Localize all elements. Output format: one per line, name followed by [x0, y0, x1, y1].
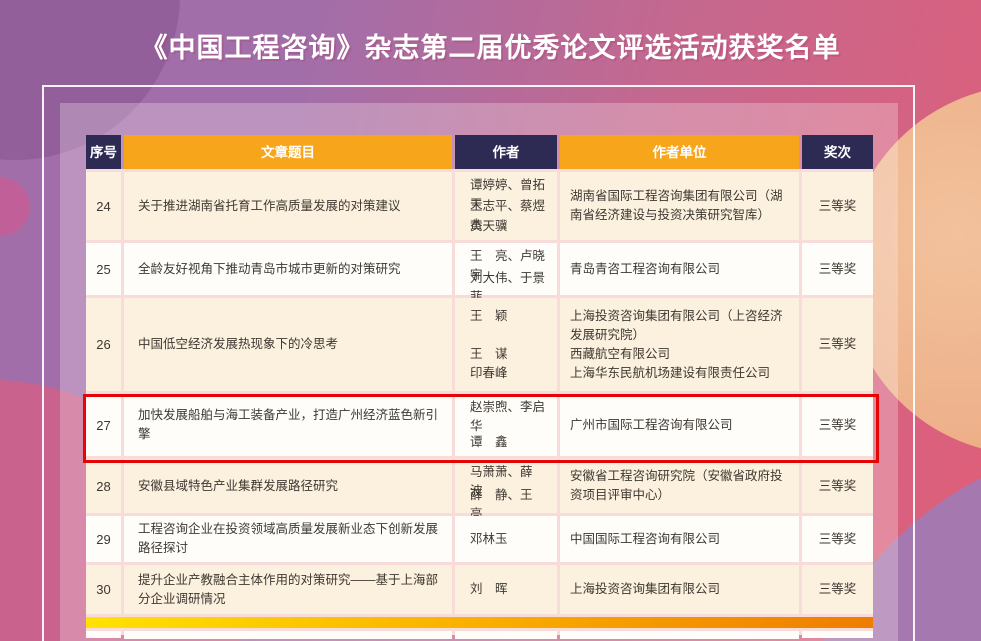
- row-index: 25: [86, 243, 121, 295]
- header-title: 文章题目: [124, 135, 452, 169]
- footer-gradient-bar: [86, 617, 873, 628]
- affiliation: 上海投资咨询集团有限公司: [560, 565, 799, 614]
- article-title: 安徽县域特色产业集群发展路径研究: [124, 459, 452, 513]
- article-title: 中国低空经济发展热现象下的冷思考: [124, 298, 452, 391]
- table-row: 25 全龄友好视角下推动青岛市城市更新的对策研究 王 亮、卢晓宇刘大伟、于景菲 …: [86, 243, 873, 295]
- page-title: 《中国工程咨询》杂志第二届优秀论文评选活动获奖名单: [0, 26, 981, 65]
- header-authors: 作者: [455, 135, 557, 169]
- table-row: 28 安徽县域特色产业集群发展路径研究 马萧萧、薛 波薛 静、王 亮 安徽省工程…: [86, 459, 873, 513]
- header-index: 序号: [86, 135, 121, 169]
- affiliation: 湖南省国际工程咨询集团有限公司（湖南省经济建设与投资决策研究智库）: [560, 172, 799, 240]
- award-table: 序号 文章题目 作者 作者单位 奖次 24 关于推进湖南省托育工作高质量发展的对…: [86, 135, 873, 638]
- table-row: 29 工程咨询企业在投资领域高质量发展新业态下创新发展路径探讨 邓林玉 中国国际…: [86, 516, 873, 562]
- table-row: 24 关于推进湖南省托育工作高质量发展的对策建议 谭婷婷、曾拓天王志平、蔡煜杰黄…: [86, 172, 873, 240]
- table-row: 26 中国低空经济发展热现象下的冷思考 王 颖王 谋印春峰 上海投资咨询集团有限…: [86, 298, 873, 391]
- table-header-row: 序号 文章题目 作者 作者单位 奖次: [86, 135, 873, 169]
- article-title: 工程咨询企业在投资领域高质量发展新业态下创新发展路径探讨: [124, 516, 452, 562]
- row-index: 24: [86, 172, 121, 240]
- authors: 刘 晖: [455, 565, 557, 614]
- award-level: 三等奖: [802, 298, 873, 391]
- authors: 邓林玉: [455, 516, 557, 562]
- affiliation: 中国国际工程咨询有限公司: [560, 516, 799, 562]
- affiliation: 上海投资咨询集团有限公司（上咨经济发展研究院）西藏航空有限公司上海华东民航机场建…: [560, 298, 799, 391]
- award-level: 三等奖: [802, 243, 873, 295]
- award-level: 三等奖: [802, 516, 873, 562]
- row-index: 26: [86, 298, 121, 391]
- affiliation: 青岛青咨工程咨询有限公司: [560, 243, 799, 295]
- authors: 王 亮、卢晓宇刘大伟、于景菲: [455, 243, 557, 295]
- award-level: 三等奖: [802, 565, 873, 614]
- accent-circle-decoration: [0, 178, 30, 236]
- table-row-partial: [86, 631, 873, 638]
- row-27-highlight-border: [83, 394, 879, 463]
- table-row: 30 提升企业产教融合主体作用的对策研究——基于上海部分企业调研情况 刘 晖 上…: [86, 565, 873, 614]
- header-award: 奖次: [802, 135, 873, 169]
- row-index: 30: [86, 565, 121, 614]
- award-level: 三等奖: [802, 459, 873, 513]
- article-title: 关于推进湖南省托育工作高质量发展的对策建议: [124, 172, 452, 240]
- article-title: 提升企业产教融合主体作用的对策研究——基于上海部分企业调研情况: [124, 565, 452, 614]
- article-title: 全龄友好视角下推动青岛市城市更新的对策研究: [124, 243, 452, 295]
- row-index: 28: [86, 459, 121, 513]
- authors: 谭婷婷、曾拓天王志平、蔡煜杰黄天骥: [455, 172, 557, 240]
- affiliation: 安徽省工程咨询研究院（安徽省政府投资项目评审中心）: [560, 459, 799, 513]
- authors: 马萧萧、薛 波薛 静、王 亮: [455, 459, 557, 513]
- row-index: 29: [86, 516, 121, 562]
- award-list-page: { "page": { "title": "《中国工程咨询》杂志第二届优秀论文评…: [0, 0, 981, 641]
- authors: 王 颖王 谋印春峰: [455, 298, 557, 391]
- header-affiliation: 作者单位: [560, 135, 799, 169]
- award-level: 三等奖: [802, 172, 873, 240]
